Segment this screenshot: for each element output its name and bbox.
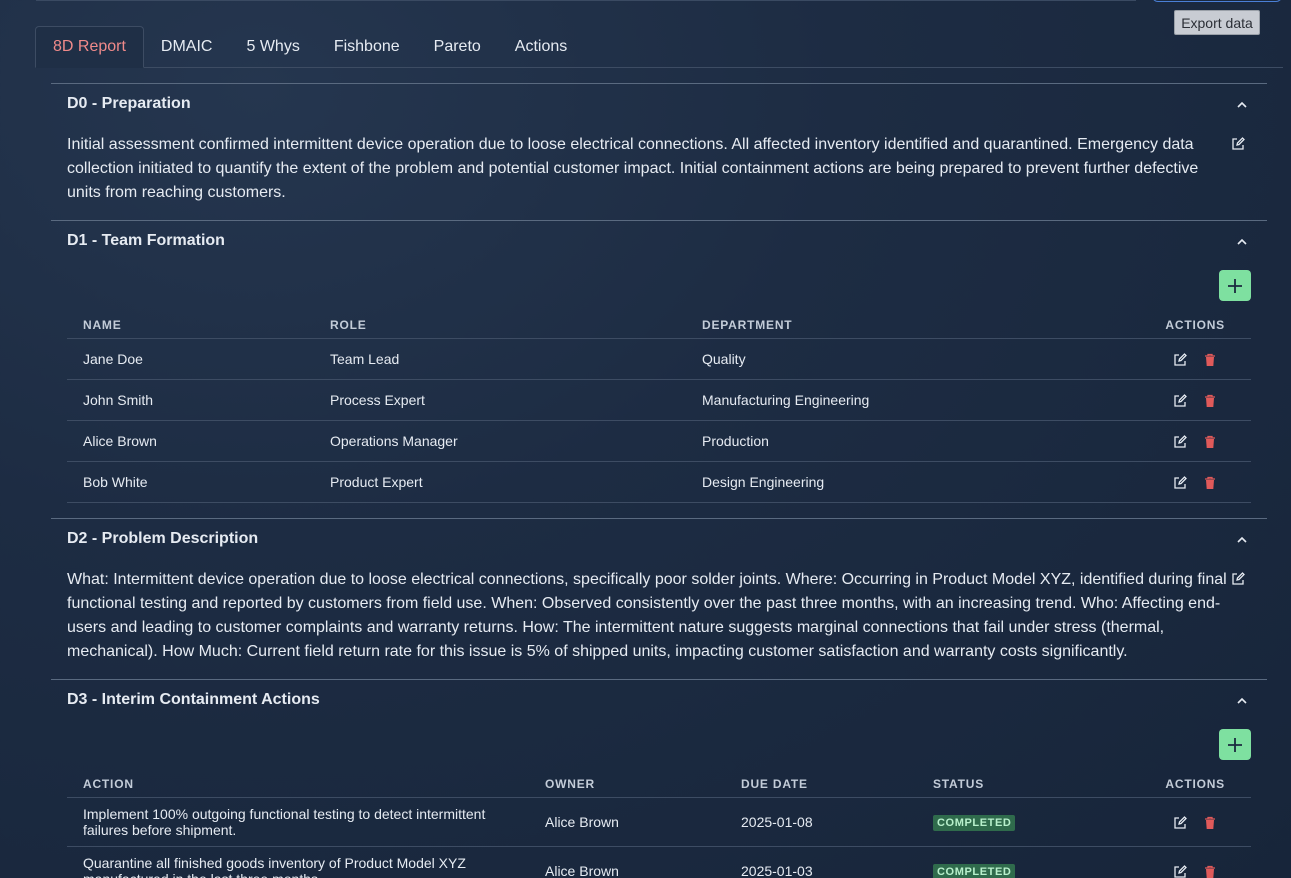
section-d1: D1 - Team Formation NAME ROLE DEPARTMENT… bbox=[51, 220, 1267, 518]
action-due-date: 2025-01-08 bbox=[725, 797, 917, 847]
row-actions bbox=[1086, 846, 1251, 878]
action-due-date: 2025-01-03 bbox=[725, 846, 917, 878]
tab-pareto[interactable]: Pareto bbox=[417, 26, 498, 68]
row-actions bbox=[1086, 461, 1251, 503]
column-header-actions: ACTIONS bbox=[1086, 313, 1251, 339]
member-department: Quality bbox=[686, 338, 1086, 380]
edit-icon[interactable] bbox=[1173, 475, 1188, 490]
member-name: John Smith bbox=[67, 379, 314, 421]
section-title: D1 - Team Formation bbox=[67, 232, 225, 249]
section-title: D0 - Preparation bbox=[67, 95, 191, 112]
add-containment-action-button[interactable] bbox=[1219, 729, 1251, 760]
section-text: What: Intermittent device operation due … bbox=[67, 571, 1227, 660]
edit-icon[interactable] bbox=[1173, 393, 1188, 408]
status-badge: COMPLETED bbox=[933, 814, 1016, 831]
member-department: Manufacturing Engineering bbox=[686, 379, 1086, 421]
tab-bar: 8D Report DMAIC 5 Whys Fishbone Pareto A… bbox=[35, 26, 1283, 68]
plus-icon bbox=[1228, 737, 1242, 752]
member-name: Bob White bbox=[67, 461, 314, 503]
edit-icon[interactable] bbox=[1173, 815, 1188, 830]
member-department: Production bbox=[686, 420, 1086, 462]
column-header-role: ROLE bbox=[314, 313, 686, 339]
action-owner: Alice Brown bbox=[529, 797, 725, 847]
edit-icon[interactable] bbox=[1231, 572, 1245, 586]
trash-icon[interactable] bbox=[1203, 353, 1217, 367]
row-actions bbox=[1086, 797, 1251, 847]
column-header-status: STATUS bbox=[917, 772, 1086, 798]
tab-fishbone[interactable]: Fishbone bbox=[317, 26, 417, 68]
edit-icon[interactable] bbox=[1173, 434, 1188, 449]
table-row: Bob White Product Expert Design Engineer… bbox=[67, 461, 1251, 503]
table-row: Quarantine all finished goods inventory … bbox=[67, 846, 1251, 878]
member-role: Operations Manager bbox=[314, 420, 686, 462]
column-header-owner: OWNER bbox=[529, 772, 725, 798]
member-role: Product Expert bbox=[314, 461, 686, 503]
trash-icon[interactable] bbox=[1203, 476, 1217, 490]
member-department: Design Engineering bbox=[686, 461, 1086, 503]
action-description: Implement 100% outgoing functional testi… bbox=[67, 797, 529, 847]
edit-icon[interactable] bbox=[1231, 137, 1245, 151]
edit-icon[interactable] bbox=[1173, 864, 1188, 878]
table-row: Alice Brown Operations Manager Productio… bbox=[67, 420, 1251, 462]
column-header-name: NAME bbox=[67, 313, 314, 339]
section-text: Initial assessment confirmed intermitten… bbox=[67, 136, 1199, 201]
chevron-up-icon[interactable] bbox=[1235, 533, 1249, 547]
action-status: COMPLETED bbox=[917, 797, 1086, 847]
row-actions bbox=[1086, 420, 1251, 462]
tab-actions[interactable]: Actions bbox=[498, 26, 584, 68]
edit-icon[interactable] bbox=[1173, 352, 1188, 367]
trash-icon[interactable] bbox=[1203, 435, 1217, 449]
member-role: Team Lead bbox=[314, 338, 686, 380]
column-header-action: ACTION bbox=[67, 772, 529, 798]
section-d0: D0 - Preparation Initial assessment conf… bbox=[51, 83, 1267, 220]
top-search-border bbox=[36, 0, 1136, 1]
section-d2: D2 - Problem Description What: Intermitt… bbox=[51, 518, 1267, 679]
trash-icon[interactable] bbox=[1203, 865, 1217, 878]
section-title: D3 - Interim Containment Actions bbox=[67, 691, 320, 708]
table-row: Implement 100% outgoing functional testi… bbox=[67, 797, 1251, 847]
top-button-edge[interactable] bbox=[1152, 0, 1282, 2]
member-name: Alice Brown bbox=[67, 420, 314, 462]
column-header-department: DEPARTMENT bbox=[686, 313, 1086, 339]
table-row: Jane Doe Team Lead Quality bbox=[67, 338, 1251, 380]
add-team-member-button[interactable] bbox=[1219, 270, 1251, 301]
plus-icon bbox=[1228, 278, 1242, 293]
trash-icon[interactable] bbox=[1203, 816, 1217, 830]
tab-8d-report[interactable]: 8D Report bbox=[35, 26, 144, 68]
tab-5-whys[interactable]: 5 Whys bbox=[229, 26, 316, 68]
action-description: Quarantine all finished goods inventory … bbox=[67, 846, 529, 878]
team-table: NAME ROLE DEPARTMENT ACTIONS Jane Doe Te… bbox=[67, 313, 1251, 503]
action-owner: Alice Brown bbox=[529, 846, 725, 878]
member-name: Jane Doe bbox=[67, 338, 314, 380]
table-row: John Smith Process Expert Manufacturing … bbox=[67, 379, 1251, 421]
member-role: Process Expert bbox=[314, 379, 686, 421]
section-d3: D3 - Interim Containment Actions ACTION … bbox=[51, 679, 1267, 878]
chevron-up-icon[interactable] bbox=[1235, 694, 1249, 708]
row-actions bbox=[1086, 338, 1251, 380]
column-header-actions: ACTIONS bbox=[1086, 772, 1251, 798]
trash-icon[interactable] bbox=[1203, 394, 1217, 408]
containment-table: ACTION OWNER DUE DATE STATUS ACTIONS Imp… bbox=[67, 772, 1251, 878]
action-status: COMPLETED bbox=[917, 846, 1086, 878]
row-actions bbox=[1086, 379, 1251, 421]
chevron-up-icon[interactable] bbox=[1235, 98, 1249, 112]
chevron-up-icon[interactable] bbox=[1235, 235, 1249, 249]
section-title: D2 - Problem Description bbox=[67, 530, 259, 547]
column-header-due-date: DUE DATE bbox=[725, 772, 917, 798]
status-badge: COMPLETED bbox=[933, 863, 1016, 878]
tab-dmaic[interactable]: DMAIC bbox=[144, 26, 230, 68]
